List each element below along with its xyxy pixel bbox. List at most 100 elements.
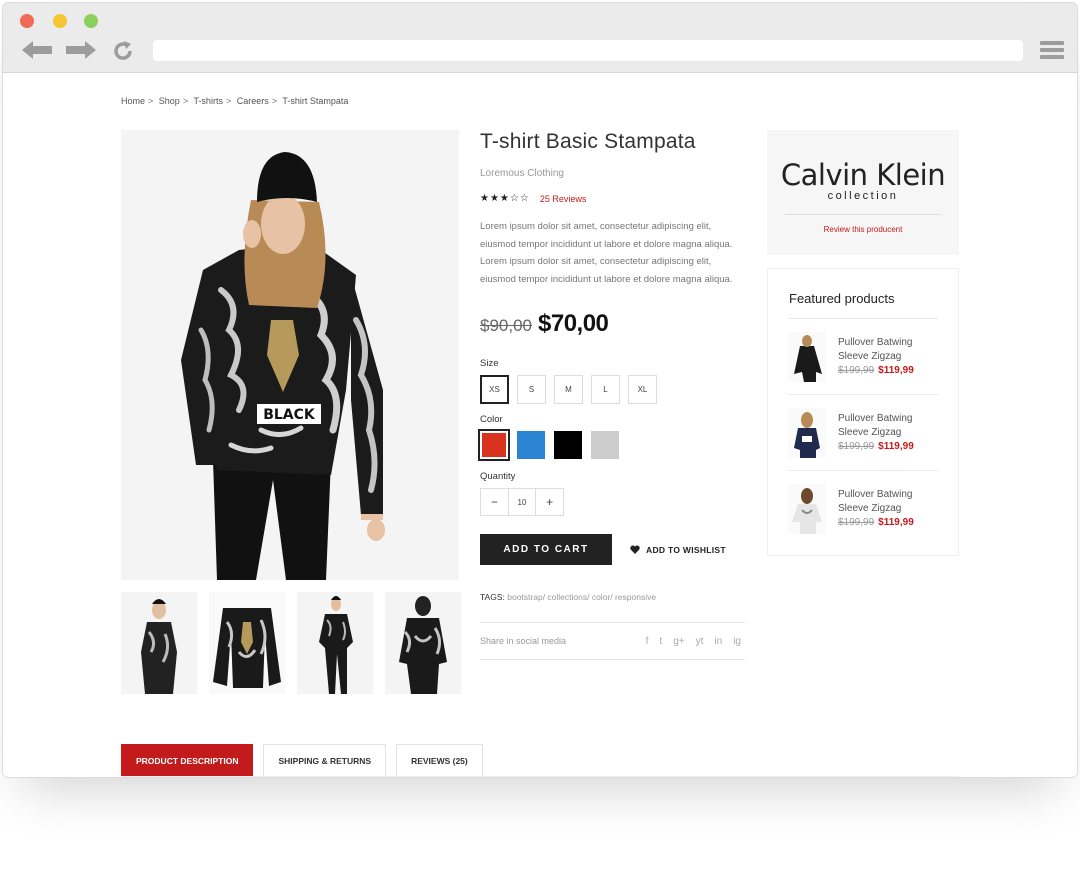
quantity-label: Quantity — [480, 471, 516, 482]
shirt-print-text: BLACK — [263, 407, 316, 423]
add-to-cart-button[interactable]: ADD TO CART — [480, 534, 612, 565]
featured-item[interactable]: Pullover Batwing Sleeve Zigzag $199,99 $1… — [788, 395, 938, 471]
size-option-xs[interactable]: XS — [480, 375, 509, 404]
featured-item-name-2[interactable]: Sleeve Zigzag — [838, 350, 914, 364]
thumbnail-3[interactable] — [297, 592, 373, 694]
product-tags: TAGS: bootstrap/ collections/ color/ res… — [480, 592, 745, 602]
minimize-window-dot[interactable] — [53, 14, 67, 28]
featured-old-price: $199,99 — [838, 364, 875, 376]
size-option-xl[interactable]: XL — [628, 375, 657, 404]
featured-item-prices: $199,99 $119,99 — [838, 516, 914, 530]
size-option-m[interactable]: M — [554, 375, 583, 404]
add-to-wishlist-button[interactable]: ADD TO WISHLIST — [630, 545, 726, 555]
tags-label: TAGS: — [480, 592, 505, 602]
featured-item-thumb[interactable] — [788, 484, 826, 534]
wishlist-label: ADD TO WISHLIST — [646, 544, 726, 555]
facebook-icon[interactable]: f — [646, 636, 649, 647]
review-producent-link[interactable]: Review this producent — [767, 225, 959, 234]
color-swatch-red[interactable] — [478, 429, 510, 461]
product-title: T-shirt Basic Stampata — [480, 130, 696, 153]
breadcrumb-home[interactable]: Home — [121, 96, 145, 106]
hamburger-menu-icon[interactable] — [1040, 41, 1064, 61]
instagram-icon[interactable]: ig — [733, 636, 741, 647]
featured-item-text: Pullover Batwing Sleeve Zigzag $199,99 $1… — [838, 488, 914, 530]
featured-item-text: Pullover Batwing Sleeve Zigzag $199,99 $1… — [838, 412, 914, 454]
product-prices: $90,00 $70,00 — [480, 310, 745, 338]
featured-item-thumb[interactable] — [788, 331, 826, 382]
brand-divider — [785, 214, 941, 215]
thumbnail-1[interactable] — [121, 592, 197, 694]
product-description: Lorem ipsum dolor sit amet, consectetur … — [480, 221, 733, 285]
rating-stars-icon: ★★★☆☆ — [480, 193, 530, 204]
product-info: T-shirt Basic Stampata Loremous Clothing… — [478, 130, 745, 660]
current-price: $70,00 — [538, 310, 609, 337]
old-price: $90,00 — [480, 316, 532, 335]
heart-icon — [630, 545, 640, 554]
address-bar[interactable] — [153, 40, 1023, 61]
reviews-link[interactable]: 25 Reviews — [540, 194, 587, 204]
color-swatch-black[interactable] — [554, 431, 582, 459]
tab-shipping-returns[interactable]: SHIPPING & RETURNS — [263, 744, 387, 777]
featured-item-name[interactable]: Pullover Batwing — [838, 336, 914, 350]
close-window-dot[interactable] — [20, 14, 34, 28]
twitter-icon[interactable]: t — [659, 636, 662, 647]
featured-item[interactable]: Pullover Batwing Sleeve Zigzag $199,99 $1… — [788, 471, 938, 547]
featured-old-price: $199,99 — [838, 517, 875, 528]
share-row: Share in social media f t g+ yt in ig — [480, 622, 745, 660]
brand-logo[interactable]: Calvin Klein collection — [767, 130, 959, 202]
featured-item[interactable]: Pullover Batwing Sleeve Zigzag $199,99 $1… — [788, 319, 938, 395]
breadcrumb-tshirts[interactable]: T-shirts — [193, 96, 223, 106]
size-selector: XS S M L XL — [480, 375, 745, 404]
google-plus-icon[interactable]: g+ — [673, 636, 684, 647]
browser-window: Home > Shop > T-shirts > Careers > T-shirt S… — [2, 2, 1078, 778]
featured-new-price: $119,99 — [878, 364, 914, 376]
featured-item-name[interactable]: Pullover Batwing — [838, 488, 914, 502]
breadcrumb-careers[interactable]: Careers — [237, 96, 269, 106]
breadcrumb: Home > Shop > T-shirts > Careers > T-shirt S… — [121, 96, 349, 106]
breadcrumb-current: T-shirt Stampata — [282, 96, 349, 106]
brand-box: Calvin Klein collection Review this prod… — [767, 130, 959, 255]
forward-arrow-icon[interactable] — [64, 39, 98, 61]
thumbnail-2[interactable] — [209, 592, 285, 694]
featured-item-prices: $199,99 $119,99 — [838, 440, 914, 454]
quantity-increase-button[interactable]: + — [536, 489, 563, 515]
product-page: Home > Shop > T-shirts > Careers > T-shirt S… — [3, 74, 1077, 777]
back-arrow-icon[interactable] — [20, 39, 54, 61]
reload-icon[interactable] — [111, 39, 135, 63]
featured-title: Featured products — [789, 291, 895, 306]
breadcrumb-shop[interactable]: Shop — [159, 96, 180, 106]
tags-list[interactable]: bootstrap/ collections/ color/ responsiv… — [507, 592, 656, 602]
product-rating: ★★★☆☆ 25 Reviews — [480, 193, 745, 204]
product-brand[interactable]: Loremous Clothing — [480, 168, 745, 179]
product-main-image[interactable]: BLACK — [121, 130, 459, 580]
thumbnail-4[interactable] — [385, 592, 461, 694]
color-swatch-blue[interactable] — [517, 431, 545, 459]
featured-item-name[interactable]: Pullover Batwing — [838, 412, 914, 426]
quantity-input[interactable]: 10 — [509, 489, 537, 515]
tab-reviews[interactable]: REVIEWS (25) — [396, 744, 483, 777]
color-label: Color — [480, 414, 503, 425]
youtube-icon[interactable]: yt — [696, 636, 704, 647]
purchase-actions: ADD TO CART ADD TO WISHLIST — [480, 534, 745, 565]
thumbnail-strip — [121, 592, 461, 694]
color-selector — [478, 429, 745, 461]
share-label: Share in social media — [480, 636, 567, 646]
size-label: Size — [480, 358, 499, 369]
quantity-decrease-button[interactable]: − — [481, 489, 509, 515]
linkedin-icon[interactable]: in — [714, 636, 722, 647]
quantity-stepper: − 10 + — [480, 488, 564, 516]
featured-item-prices: $199,99 $119,99 — [838, 364, 914, 378]
color-swatch-gray[interactable] — [591, 431, 619, 459]
tab-product-description[interactable]: PRODUCT DESCRIPTION — [121, 744, 254, 777]
social-icons: f t g+ yt in ig — [646, 636, 741, 647]
featured-new-price: $119,99 — [878, 440, 914, 452]
featured-item-thumb[interactable] — [788, 407, 826, 458]
maximize-window-dot[interactable] — [84, 14, 98, 28]
featured-item-name-2[interactable]: Sleeve Zigzag — [838, 426, 914, 440]
size-option-s[interactable]: S — [517, 375, 546, 404]
model-photo: BLACK — [121, 130, 459, 580]
featured-old-price: $199,99 — [838, 440, 875, 452]
size-option-l[interactable]: L — [591, 375, 620, 404]
browser-toolbar — [3, 3, 1077, 73]
featured-item-name-2[interactable]: Sleeve Zigzag — [838, 502, 914, 516]
